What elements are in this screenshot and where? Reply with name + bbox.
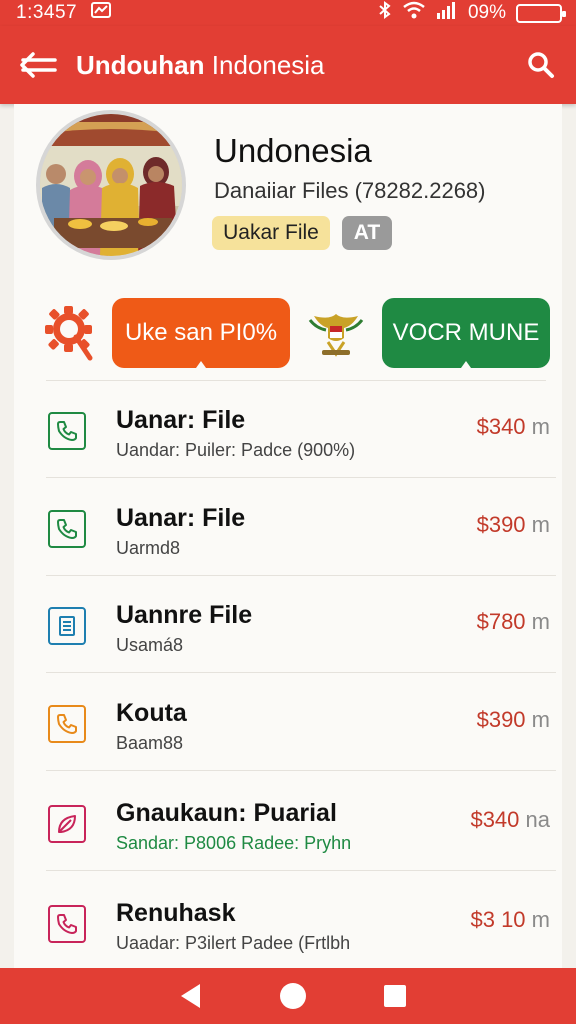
list-item[interactable]: Gnaukaun: Puarial Sandar: P8006 Radee: Pr…: [46, 773, 556, 871]
item-price: $340 m: [477, 414, 550, 440]
search-button[interactable]: [506, 26, 576, 104]
list-item[interactable]: Renuhask Uaadar: P3ilert Padee (Frtlbh $3 …: [46, 873, 556, 971]
item-price: $340 na: [470, 807, 550, 833]
item-title: Gnaukaun: Puarial: [116, 799, 337, 827]
list-item[interactable]: Uanar: File Uandar: Puiler: Padce (900%) $…: [46, 380, 556, 478]
garuda-emblem-icon: [306, 306, 366, 358]
item-title: Renuhask: [116, 899, 236, 927]
phone-icon: [48, 412, 86, 450]
page-title-bold: Undouhan: [76, 49, 205, 80]
file-badge[interactable]: Uakar File: [212, 216, 330, 250]
item-price-unit: na: [519, 807, 550, 832]
item-price-unit: m: [525, 907, 550, 932]
item-price-amount: $390: [476, 707, 526, 732]
page-title-rest: Indonesia: [204, 49, 325, 80]
bluetooth-icon: [378, 1, 392, 25]
battery-percent: 09%: [467, 2, 506, 23]
group-photo: [40, 114, 182, 256]
item-title: Uanar: File: [116, 406, 246, 434]
triangle-back-icon: [181, 984, 200, 1008]
item-subtitle: Uarmd8: [116, 538, 181, 558]
profile-name: Undonesia: [214, 132, 372, 169]
item-price-amount: $340: [476, 414, 526, 439]
status-time: 1:3457: [16, 2, 78, 23]
item-subtitle: Uaadar: P3ilert Padee (Frtlbh: [116, 933, 351, 953]
page-title: Undouhan Indonesia: [76, 50, 506, 81]
item-price-amount: $390: [476, 512, 526, 537]
item-price: $3 10 m: [470, 907, 550, 933]
item-price: $390 m: [477, 512, 550, 538]
content-card: Undonesia Danaiiar Files (78282.2268) Ua…: [14, 104, 562, 971]
item-title: Uanar: File: [116, 504, 246, 532]
item-subtitle: Uandar: Puiler: Padce (900%): [116, 440, 356, 460]
promo-green-button[interactable]: VOCR MUNE: [382, 298, 550, 368]
circle-home-icon: [280, 983, 306, 1009]
item-subtitle: Sandar: P8006 Radee: Pryhn: [116, 833, 352, 853]
navigation-bar: [0, 968, 576, 1024]
phone-icon: [48, 705, 86, 743]
nav-recents-button[interactable]: [371, 972, 419, 1020]
wifi-icon: [402, 1, 426, 25]
phone-icon: [48, 905, 86, 943]
nav-back-button[interactable]: [167, 972, 215, 1020]
signal-icon: [436, 1, 458, 25]
promo-orange-button[interactable]: Uke san PI0%: [112, 298, 290, 368]
battery-icon: [516, 3, 566, 23]
list-item[interactable]: Kouta Baam88 $390 m: [46, 673, 556, 771]
item-price-amount: $3 10: [470, 907, 526, 932]
item-price-amount: $340: [470, 807, 520, 832]
status-bar: 1:3457 09%: [0, 0, 576, 26]
phone-icon: [48, 510, 86, 548]
item-subtitle: Usamá8: [116, 635, 184, 655]
notification-icon: [91, 2, 112, 24]
back-arrow-icon: [20, 52, 57, 78]
item-title: Kouta: [116, 699, 187, 727]
item-price: $390 m: [477, 707, 550, 733]
item-price-unit: m: [525, 414, 550, 439]
list-item[interactable]: Uanar: File Uarmd8 $390 m: [46, 478, 556, 576]
region-badge[interactable]: AT: [342, 216, 392, 250]
item-price-unit: m: [525, 707, 550, 732]
app-bar: Undouhan Indonesia: [0, 26, 576, 104]
item-title: Uannre File: [116, 601, 253, 629]
item-price: $780 m: [477, 609, 550, 635]
square-recents-icon: [384, 985, 406, 1007]
item-price-amount: $780: [476, 609, 526, 634]
search-icon: [528, 52, 554, 78]
list-item[interactable]: Uannre File Usamá8 $780 m: [46, 575, 556, 673]
leaf-icon: [48, 805, 86, 843]
item-subtitle: Baam88: [116, 733, 184, 753]
profile-files: Danaiiar Files (78282.2268): [214, 178, 486, 203]
item-price-unit: m: [525, 609, 550, 634]
gear-search-icon[interactable]: [44, 304, 94, 362]
item-price-unit: m: [525, 512, 550, 537]
avatar[interactable]: [36, 110, 186, 260]
back-button[interactable]: [0, 26, 76, 104]
nav-home-button[interactable]: [269, 972, 317, 1020]
document-icon: [48, 607, 86, 645]
